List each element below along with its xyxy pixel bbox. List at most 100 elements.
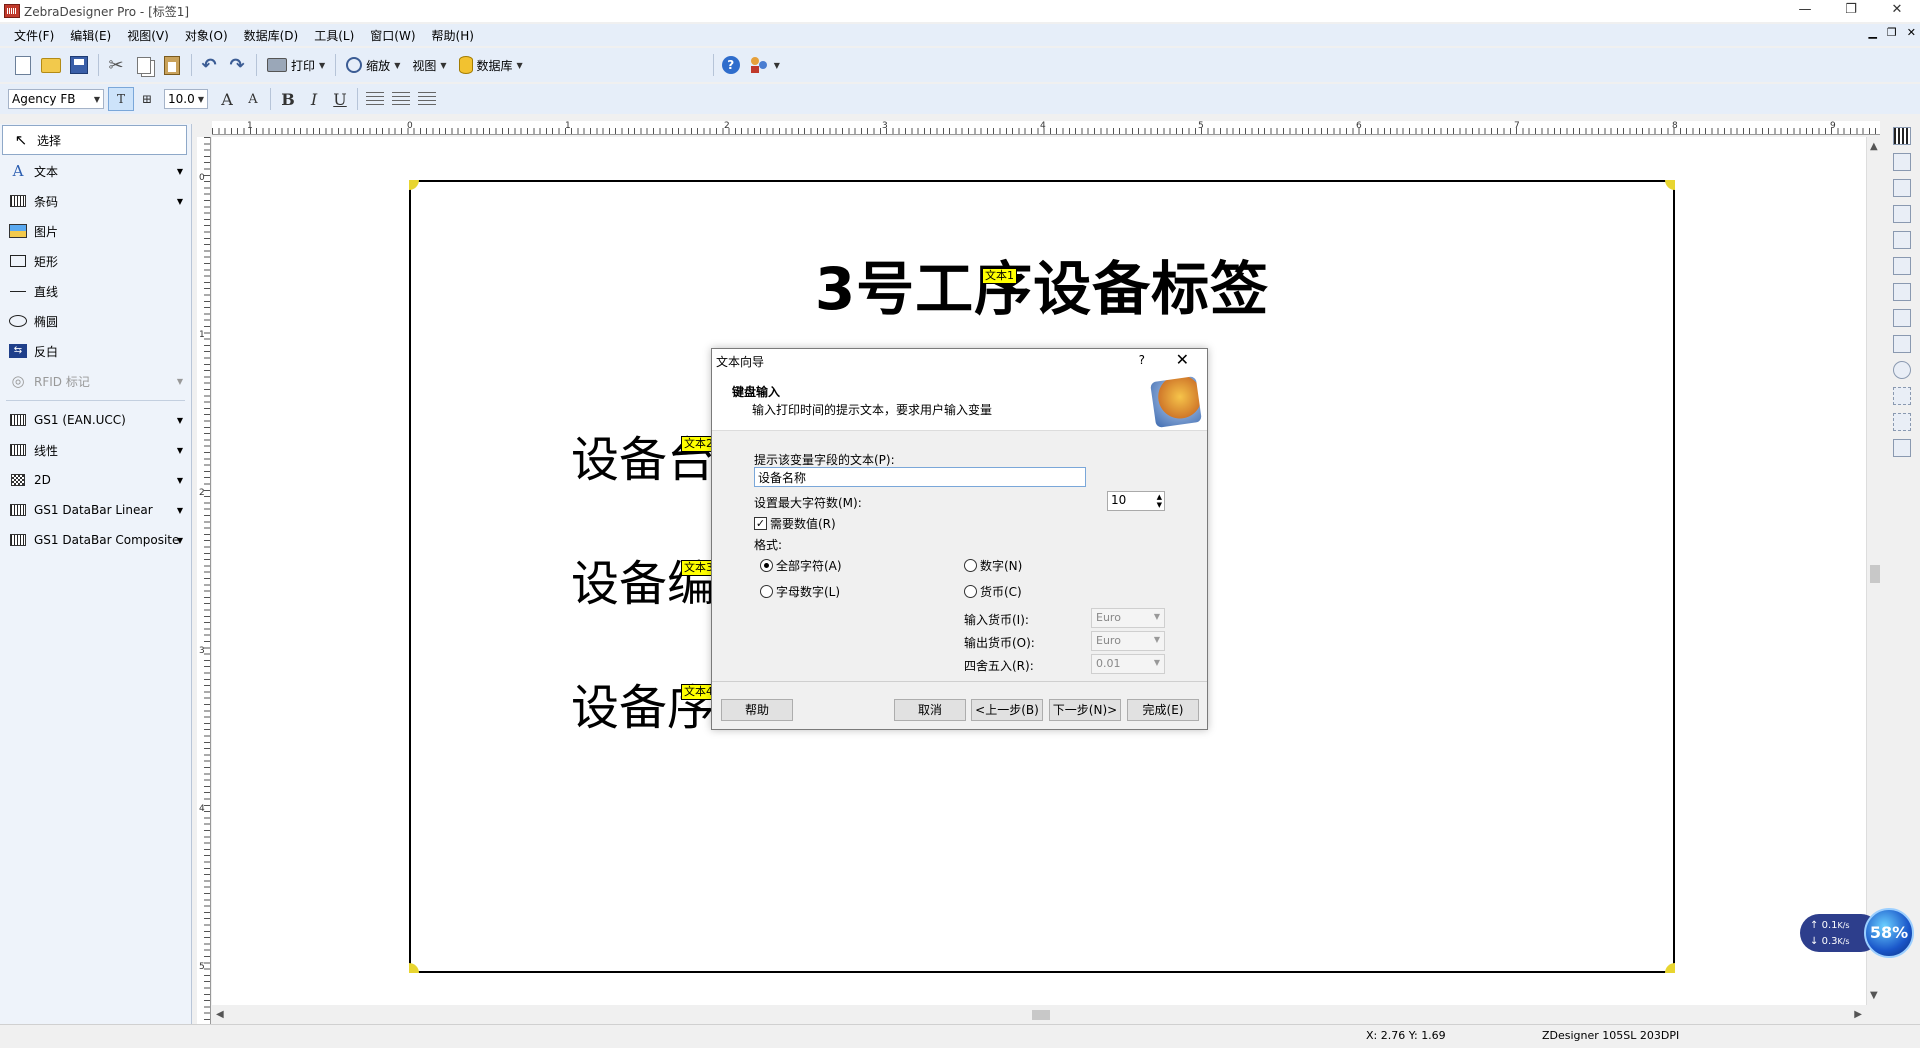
distribute-vertical-icon[interactable] bbox=[1893, 335, 1911, 353]
menu-view[interactable]: 视图(V) bbox=[119, 27, 177, 44]
tool-databar-composite[interactable]: GS1 DataBar Composite ▼ bbox=[0, 525, 191, 555]
memory-usage-ball[interactable]: 58% bbox=[1864, 908, 1914, 958]
align-center-edge-icon[interactable] bbox=[1893, 257, 1911, 275]
font-size-select[interactable]: 10.0 ▼ bbox=[164, 89, 208, 109]
restore-button[interactable]: ❐ bbox=[1828, 0, 1874, 22]
tool-select[interactable]: ↖ 选择 bbox=[2, 125, 187, 155]
mdi-restore-button[interactable]: ❐ bbox=[1887, 26, 1897, 39]
scroll-up-icon[interactable]: ▲ bbox=[1870, 141, 1878, 152]
copy-button[interactable] bbox=[131, 52, 157, 78]
align-right-edge-icon[interactable] bbox=[1893, 283, 1911, 301]
help-button[interactable]: 帮助 bbox=[721, 699, 793, 721]
open-button[interactable] bbox=[38, 52, 64, 78]
menu-database[interactable]: 数据库(D) bbox=[236, 27, 307, 44]
tool-databar-linear[interactable]: GS1 DataBar Linear ▼ bbox=[0, 495, 191, 525]
cancel-button[interactable]: 取消 bbox=[894, 699, 966, 721]
scroll-thumb[interactable] bbox=[1032, 1010, 1050, 1020]
underline-button[interactable]: U bbox=[327, 87, 353, 111]
bold-button[interactable]: B bbox=[275, 87, 301, 111]
next-button[interactable]: 下一步(N)> bbox=[1049, 699, 1121, 721]
italic-button[interactable]: I bbox=[301, 87, 327, 111]
tool-linear[interactable]: 线性 ▼ bbox=[0, 435, 191, 465]
mdi-minimize-button[interactable]: ▁ bbox=[1868, 26, 1876, 39]
tool-barcode[interactable]: 条码 ▼ bbox=[0, 186, 191, 216]
menu-window[interactable]: 窗口(W) bbox=[362, 27, 423, 44]
close-window-button[interactable]: ✕ bbox=[1874, 0, 1920, 22]
tool-gs1-ean[interactable]: GS1 (EAN.UCC) ▼ bbox=[0, 405, 191, 435]
database-button[interactable]: 数据库 ▼ bbox=[453, 52, 529, 78]
align-right-button[interactable] bbox=[414, 87, 440, 111]
format-numeric-radio[interactable]: 数字(N) bbox=[964, 557, 1022, 574]
align-center-button[interactable] bbox=[388, 87, 414, 111]
label-field-text[interactable]: 设备编 bbox=[571, 544, 715, 614]
save-button[interactable] bbox=[66, 52, 92, 78]
barcode-properties-icon[interactable] bbox=[1893, 127, 1911, 145]
back-button[interactable]: <上一步(B) bbox=[971, 699, 1043, 721]
help-button[interactable]: ? bbox=[718, 52, 744, 78]
tool-picture[interactable]: 图片 bbox=[0, 216, 191, 246]
view-button[interactable]: 视图 ▼ bbox=[406, 52, 452, 78]
paste-button[interactable] bbox=[159, 52, 185, 78]
users-button[interactable] bbox=[746, 52, 772, 78]
format-alphanumeric-radio[interactable]: 字母数字(L) bbox=[760, 583, 840, 600]
ungroup-icon[interactable] bbox=[1893, 413, 1911, 431]
redo-button[interactable]: ↷ bbox=[224, 52, 250, 78]
scroll-left-icon[interactable]: ◀ bbox=[216, 1009, 224, 1020]
zoom-button[interactable]: 缩放 ▼ bbox=[340, 52, 406, 78]
mdi-close-button[interactable]: ✕ bbox=[1907, 26, 1916, 39]
shrink-font-button[interactable]: A bbox=[240, 87, 266, 111]
menu-help[interactable]: 帮助(H) bbox=[424, 27, 482, 44]
object-properties-icon[interactable] bbox=[1893, 439, 1911, 457]
menu-tools[interactable]: 工具(L) bbox=[306, 27, 362, 44]
tool-ellipse[interactable]: 椭圆 bbox=[0, 306, 191, 336]
scroll-down-icon[interactable]: ▼ bbox=[1870, 990, 1878, 1001]
distribute-horizontal-icon[interactable] bbox=[1893, 309, 1911, 327]
cut-button[interactable]: ✂ bbox=[103, 52, 129, 78]
prompt-input[interactable]: 设备名称 bbox=[754, 467, 1086, 487]
align-middle-icon[interactable] bbox=[1893, 179, 1911, 197]
network-speed-widget[interactable]: ↑ 0.1K/s ↓ 0.3K/s 58% bbox=[1800, 908, 1916, 958]
align-bottom-icon[interactable] bbox=[1893, 205, 1911, 223]
tool-2d[interactable]: 2D ▼ bbox=[0, 465, 191, 495]
font-family-select[interactable]: Agency FB ▼ bbox=[8, 89, 104, 109]
align-left-edge-icon[interactable] bbox=[1893, 231, 1911, 249]
undo-button[interactable]: ↶ bbox=[196, 52, 222, 78]
max-chars-spinner[interactable]: 10 ▲ ▼ bbox=[1107, 491, 1165, 511]
tool-text[interactable]: A 文本 ▼ bbox=[0, 156, 191, 186]
text-mode-button[interactable]: T bbox=[108, 87, 134, 111]
tool-rectangle[interactable]: 矩形 bbox=[0, 246, 191, 276]
tool-line[interactable]: 直线 bbox=[0, 276, 191, 306]
spinner-arrows-icon[interactable]: ▲ ▼ bbox=[1157, 493, 1162, 509]
menu-file[interactable]: 文件(F) bbox=[6, 27, 62, 44]
label-title-text[interactable]: 3号工序设备标签 bbox=[411, 242, 1673, 326]
label-field-text[interactable]: 设备序 bbox=[571, 668, 715, 738]
output-currency-select[interactable]: Euro ▼ bbox=[1091, 631, 1165, 651]
format-currency-radio[interactable]: 货币(C) bbox=[964, 583, 1022, 600]
format-all-chars-radio[interactable]: 全部字符(A) bbox=[760, 557, 842, 574]
chevron-down-icon[interactable]: ▼ bbox=[774, 61, 780, 70]
vertical-scrollbar[interactable]: ▲ ▼ bbox=[1866, 137, 1882, 1005]
print-button[interactable]: 打印 ▼ bbox=[261, 52, 331, 78]
dialog-help-button[interactable]: ? bbox=[1139, 353, 1145, 367]
align-left-button[interactable] bbox=[362, 87, 388, 111]
grow-font-button[interactable]: A bbox=[214, 87, 240, 111]
tool-rfid[interactable]: ◎ RFID 标记 ▼ bbox=[0, 366, 191, 396]
menu-object[interactable]: 对象(O) bbox=[177, 27, 236, 44]
label-field-text[interactable]: 设备台 bbox=[571, 420, 715, 490]
menu-edit[interactable]: 编辑(E) bbox=[62, 27, 119, 44]
new-button[interactable] bbox=[10, 52, 36, 78]
horizontal-scrollbar[interactable]: ◀ ▶ bbox=[212, 1007, 1866, 1023]
tool-inverse[interactable]: ⇆ 反白 bbox=[0, 336, 191, 366]
scroll-thumb[interactable] bbox=[1870, 565, 1880, 583]
align-top-icon[interactable] bbox=[1893, 153, 1911, 171]
minimize-button[interactable]: — bbox=[1782, 0, 1828, 22]
rounding-select[interactable]: 0.01 ▼ bbox=[1091, 654, 1165, 674]
finish-button[interactable]: 完成(E) bbox=[1127, 699, 1199, 721]
require-value-checkbox[interactable]: ✓ 需要数值(R) bbox=[754, 515, 836, 532]
variable-text-button[interactable]: ⊞ bbox=[134, 87, 160, 111]
group-icon[interactable] bbox=[1893, 387, 1911, 405]
scroll-right-icon[interactable]: ▶ bbox=[1854, 1009, 1862, 1020]
dialog-close-button[interactable]: ✕ bbox=[1176, 350, 1189, 369]
rotate-icon[interactable] bbox=[1893, 361, 1911, 379]
input-currency-select[interactable]: Euro ▼ bbox=[1091, 608, 1165, 628]
